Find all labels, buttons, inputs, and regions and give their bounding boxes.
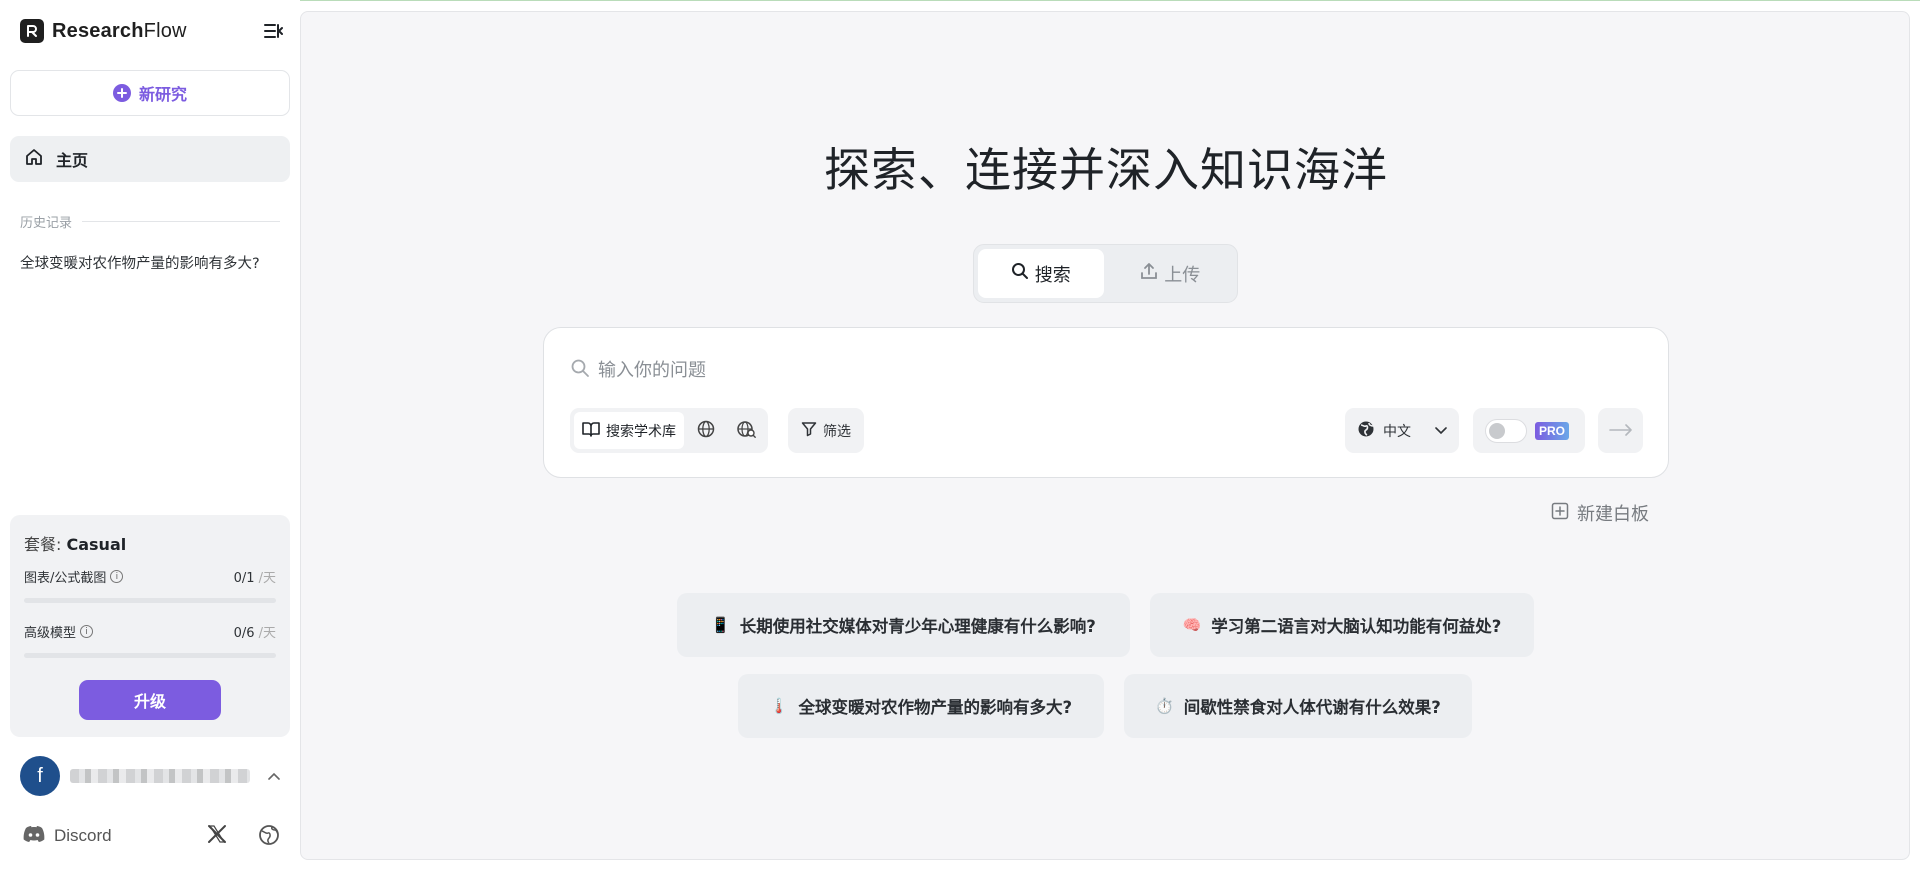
search-box: 搜索学术库 筛选 中文	[543, 327, 1669, 478]
language-select[interactable]: 中文	[1345, 408, 1459, 453]
new-research-button[interactable]: 新研究	[10, 70, 290, 116]
source-web-search-button[interactable]	[728, 412, 764, 449]
quota-label: 高级模型	[24, 626, 77, 641]
suggestion-chip[interactable]: 📱 长期使用社交媒体对青少年心理健康有什么影响?	[677, 593, 1130, 657]
globe-search-icon	[736, 420, 756, 442]
history-label: 历史记录	[20, 216, 73, 231]
history-heading: 历史记录	[20, 212, 280, 231]
quota-value: 0/1	[233, 571, 255, 586]
suggestion-label: 长期使用社交媒体对青少年心理健康有什么影响?	[739, 617, 1096, 636]
discord-link[interactable]: Discord	[22, 825, 112, 847]
plus-icon	[112, 84, 131, 102]
info-icon[interactable]: i	[110, 570, 124, 583]
pro-badge: PRO	[1535, 421, 1570, 440]
brand-name: ResearchFlow	[52, 19, 187, 42]
source-academic-label: 搜索学术库	[606, 423, 676, 440]
language-globe-icon	[1357, 420, 1375, 442]
filter-label: 筛选	[823, 423, 851, 440]
main-panel: 探索、连接并深入知识海洋 搜索 上传 搜索	[300, 11, 1910, 860]
username-redacted	[70, 769, 250, 783]
plus-square-icon	[1551, 502, 1569, 525]
chevron-up-icon[interactable]	[266, 768, 282, 784]
chevron-down-icon	[1435, 423, 1447, 439]
filter-button[interactable]: 筛选	[788, 408, 864, 453]
suggestion-chip[interactable]: 🧠 学习第二语言对大脑认知功能有何益处?	[1150, 593, 1534, 657]
tab-label: 上传	[1164, 264, 1201, 286]
quota-chart-screenshot: 图表/公式截图 i 0/1 /天	[24, 567, 276, 603]
quota-value: 0/6	[233, 626, 255, 641]
search-input[interactable]	[598, 359, 1598, 381]
search-icon	[570, 358, 590, 382]
brain-icon: 🧠	[1182, 616, 1202, 634]
footer-links: Discord	[22, 822, 284, 850]
new-whiteboard-button[interactable]: 新建白板	[1551, 500, 1649, 526]
quota-unit: /天	[254, 626, 276, 641]
home-icon	[24, 147, 44, 171]
new-research-label: 新研究	[138, 85, 187, 104]
hero-title: 探索、连接并深入知识海洋	[824, 143, 1388, 197]
avatar[interactable]: f	[20, 756, 60, 796]
mode-tabs: 搜索 上传	[973, 244, 1238, 303]
suggestion-chip[interactable]: ⏱️ 间歇性禁食对人体代谢有什么效果?	[1124, 674, 1472, 738]
source-academic-button[interactable]: 搜索学术库	[574, 412, 684, 449]
new-whiteboard-label: 新建白板	[1577, 504, 1649, 525]
brand[interactable]: ResearchFlow	[20, 18, 187, 44]
send-button[interactable]	[1598, 408, 1643, 453]
filter-icon	[801, 421, 817, 441]
history-item[interactable]: 全球变暖对农作物产量的影响有多大?	[20, 252, 282, 273]
collapse-sidebar-icon[interactable]	[262, 20, 284, 42]
discord-label: Discord	[54, 826, 112, 845]
x-twitter-icon[interactable]	[207, 824, 227, 848]
quota-advanced-model: 高级模型 i 0/6 /天	[24, 622, 276, 658]
upload-icon	[1140, 262, 1158, 285]
globe-icon	[697, 420, 715, 442]
search-input-row	[570, 356, 1640, 384]
divider	[82, 221, 280, 222]
suggestion-label: 全球变暖对农作物产量的影响有多大?	[798, 698, 1073, 717]
plan-card: 套餐: Casual 图表/公式截图 i 0/1 /天 高级模型 i 0/6 /天 …	[10, 515, 290, 737]
suggestion-chip[interactable]: 🌡️ 全球变暖对农作物产量的影响有多大?	[738, 674, 1104, 738]
search-icon	[1011, 262, 1029, 285]
thermometer-icon: 🌡️	[769, 697, 789, 715]
quota-progress-bar	[24, 598, 276, 603]
pro-switch[interactable]	[1485, 418, 1527, 443]
phone-icon: 📱	[711, 616, 730, 634]
tab-label: 搜索	[1034, 264, 1071, 286]
sidebar: ResearchFlow 新研究 主页 历史记录 全球变暖对农作物产量的影响有多…	[0, 0, 300, 870]
quota-unit: /天	[254, 571, 276, 586]
book-icon	[582, 421, 600, 441]
home-label: 主页	[56, 151, 89, 170]
source-web-button[interactable]	[688, 412, 724, 449]
switch-knob	[1489, 422, 1505, 439]
stopwatch-icon: ⏱️	[1155, 697, 1174, 715]
language-label: 中文	[1383, 423, 1411, 440]
globe-icon[interactable]	[258, 824, 280, 850]
pro-toggle[interactable]: PRO	[1473, 408, 1585, 453]
source-selector: 搜索学术库	[570, 408, 768, 453]
arrow-right-icon	[1608, 421, 1633, 440]
quota-label: 图表/公式截图	[24, 571, 107, 586]
discord-icon	[22, 825, 46, 847]
plan-name: Casual	[66, 535, 127, 554]
sidebar-item-home[interactable]: 主页	[10, 136, 290, 182]
info-icon[interactable]: i	[80, 625, 94, 638]
quota-progress-bar	[24, 653, 276, 658]
tab-upload[interactable]: 上传	[1108, 249, 1234, 298]
logo-icon	[20, 19, 44, 43]
suggestion-label: 间歇性禁食对人体代谢有什么效果?	[1183, 698, 1441, 717]
suggestion-label: 学习第二语言对大脑认知功能有何益处?	[1211, 617, 1502, 636]
tab-search[interactable]: 搜索	[978, 249, 1104, 298]
upgrade-button[interactable]: 升级	[79, 680, 221, 720]
plan-title: 套餐: Casual	[24, 535, 127, 554]
user-menu[interactable]: f	[20, 756, 282, 796]
